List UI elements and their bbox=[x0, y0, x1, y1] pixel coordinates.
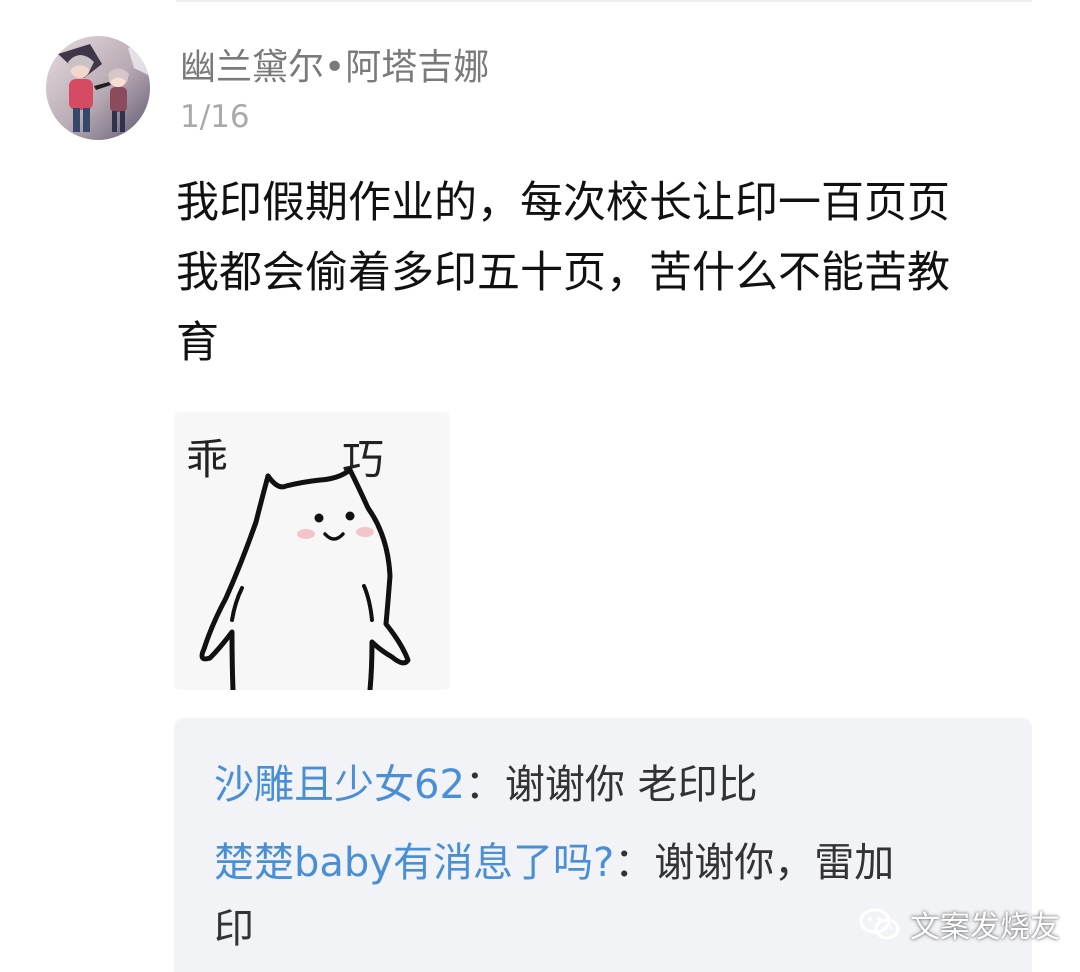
wechat-icon bbox=[859, 908, 900, 940]
top-divider bbox=[176, 0, 1032, 2]
reply-separator: ： bbox=[614, 840, 655, 886]
reply-text: 谢谢你，雷加 bbox=[654, 840, 895, 886]
reply-separator: ： bbox=[464, 762, 505, 808]
reply-line-1: 楚楚baby有消息了吗?：谢谢你，雷加 bbox=[214, 830, 1004, 896]
reply-username[interactable]: 楚楚baby有消息了吗? bbox=[214, 840, 614, 886]
avatar[interactable] bbox=[46, 36, 150, 140]
reply-text: 谢谢你 老印比 bbox=[504, 762, 758, 808]
post-content-line: 育 bbox=[176, 318, 219, 368]
sticker-image[interactable]: 乖 巧 bbox=[174, 412, 450, 690]
floor-number: 1/16 bbox=[180, 99, 250, 135]
cat-sticker-drawing: 乖 巧 bbox=[174, 412, 450, 690]
sticker-text-right: 巧 bbox=[342, 435, 384, 484]
watermark-text: 文案发烧友 bbox=[910, 910, 1060, 945]
post-content-line: 我印假期作业的，每次校长让印一百页页 bbox=[176, 178, 950, 228]
watermark: 文案发烧友 bbox=[858, 900, 1060, 948]
username[interactable]: 幽兰黛尔•阿塔吉娜 bbox=[180, 44, 489, 92]
reply-username[interactable]: 沙雕且少女62 bbox=[214, 762, 465, 808]
sticker-text-left: 乖 bbox=[186, 435, 228, 484]
comment-page: 幽兰黛尔•阿塔吉娜 1/16 我印假期作业的，每次校长让印一百页页 我都会偷着多… bbox=[0, 0, 1080, 972]
post-content: 我印假期作业的，每次校长让印一百页页 我都会偷着多印五十页，苦什么不能苦教 育 bbox=[176, 168, 1036, 378]
post-content-line: 我都会偷着多印五十页，苦什么不能苦教 bbox=[176, 248, 950, 298]
avatar-image bbox=[46, 36, 150, 140]
reply-item[interactable]: 沙雕且少女62：谢谢你 老印比 bbox=[214, 752, 758, 818]
